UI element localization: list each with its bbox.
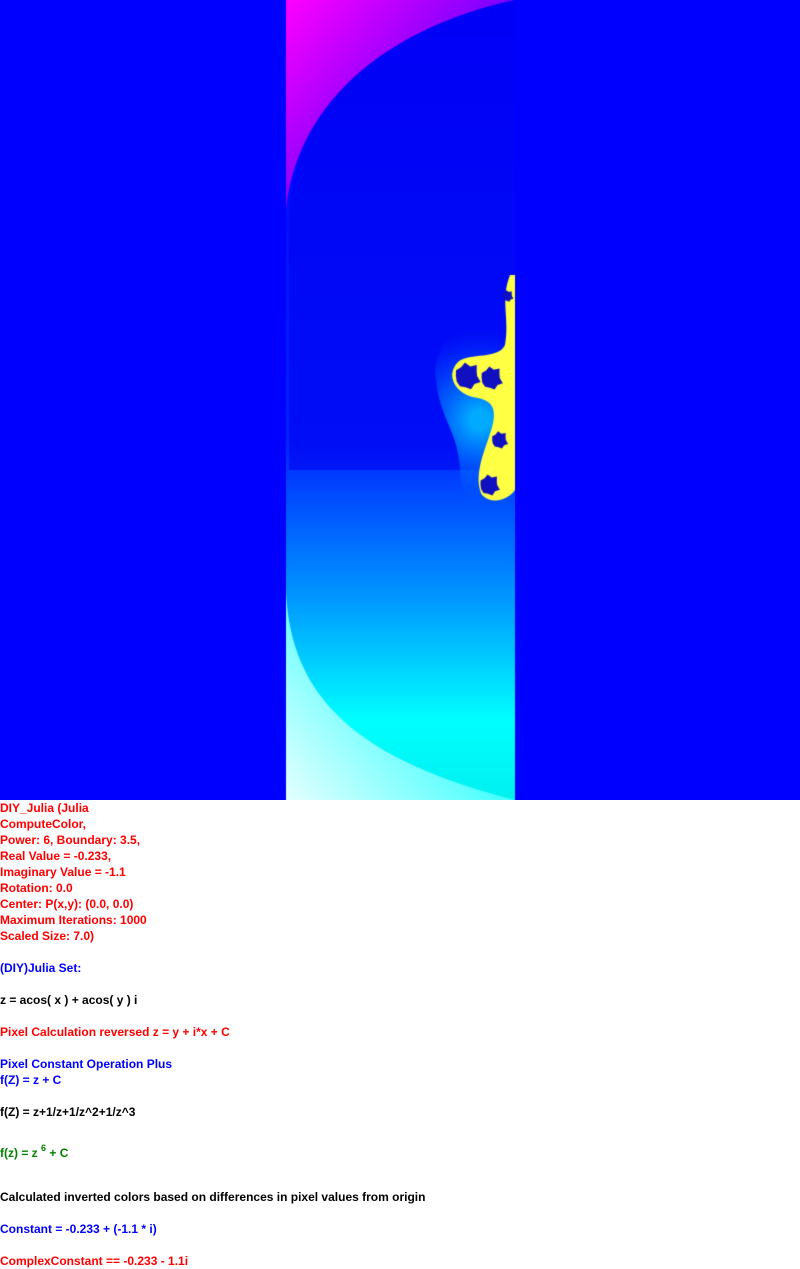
param-imaginary-value: Imaginary Value = -1.1	[0, 865, 126, 879]
function-power-prefix: f(z) = z	[0, 1146, 41, 1160]
param-center: Center: P(x,y): (0.0, 0.0)	[0, 897, 134, 911]
function-power-suffix: + C	[46, 1146, 69, 1160]
constant-expression: Constant = -0.233 + (-1.1 * i)	[0, 1222, 157, 1236]
inverted-colors-note: Calculated inverted colors based on diff…	[0, 1190, 426, 1204]
parameter-panel: DIY_Julia (Julia ComputeColor, Power: 6,…	[0, 800, 800, 1269]
param-max-iterations: Maximum Iterations: 1000	[0, 913, 147, 927]
function-power: f(z) = z 6 + C	[0, 1136, 800, 1160]
param-compute-color: ComputeColor,	[0, 817, 86, 831]
param-scaled-size: Scaled Size: 7.0)	[0, 929, 95, 943]
param-title: DIY_Julia (Julia	[0, 801, 89, 815]
pixel-calculation: Pixel Calculation reversed z = y + i*x +…	[0, 1025, 230, 1039]
function-plus: f(Z) = z + C	[0, 1073, 62, 1087]
pixel-constant-operation: Pixel Constant Operation Plus	[0, 1057, 173, 1071]
fractal-image	[0, 0, 800, 800]
complex-constant: ComplexConstant == -0.233 - 1.1i	[0, 1254, 189, 1268]
z-definition: z = acos( x ) + acos( y ) i	[0, 993, 138, 1007]
set-name: (DIY)Julia Set:	[0, 961, 82, 975]
param-rotation: Rotation: 0.0	[0, 881, 73, 895]
param-real-value: Real Value = -0.233,	[0, 849, 112, 863]
function-series: f(Z) = z+1/z+1/z^2+1/z^3	[0, 1105, 136, 1119]
param-power-boundary: Power: 6, Boundary: 3.5,	[0, 833, 141, 847]
